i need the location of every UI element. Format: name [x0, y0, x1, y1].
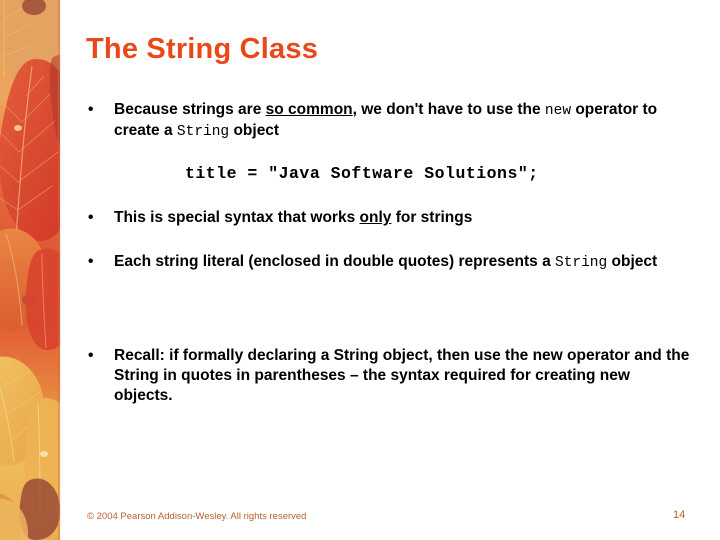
bullet-2-part-1-underlined: only	[359, 209, 392, 226]
bullet-1-part-5-code: String	[176, 124, 230, 140]
bullet-1-part-6: object	[229, 122, 280, 139]
slide-body: • Because strings are so common, we don'…	[86, 100, 692, 406]
bullet-marker: •	[88, 347, 94, 364]
bullet-item-4: • Recall: if formally declaring a String…	[86, 346, 692, 406]
bullet-1-part-2: , we don't have to use the	[352, 101, 545, 118]
bullet-2-part-2: for strings	[391, 209, 473, 226]
bullet-marker: •	[88, 253, 94, 270]
bullet-1-part-0: Because strings are	[114, 101, 266, 118]
bullet-2-text: This is special syntax that works only f…	[114, 209, 472, 226]
decoration-edge-fade	[58, 0, 61, 540]
bullet-marker: •	[88, 209, 94, 226]
slide-number: 14	[673, 509, 686, 521]
code-sample-line: title = "Java Software Solutions";	[185, 164, 539, 183]
bullet-item-2: • This is special syntax that works only…	[86, 208, 692, 228]
bullet-item-1: • Because strings are so common, we don'…	[86, 100, 692, 142]
spacer-between-bullets-3-4	[86, 273, 692, 346]
spacer-after-code	[86, 183, 692, 208]
bullet-item-3: • Each string literal (enclosed in doubl…	[86, 252, 692, 273]
spacer-between-bullets-2-3	[86, 228, 692, 252]
bullet-3-part-1-code: String	[555, 255, 608, 271]
bullet-3-part-2: object	[607, 253, 658, 270]
bullet-4-text: Recall: if formally declaring a String o…	[114, 347, 690, 404]
bullet-3-part-0: Each string literal (enclosed in double …	[114, 253, 555, 270]
bullet-1-part-1-underlined: so common	[265, 101, 353, 118]
bullet-3-text: Each string literal (enclosed in double …	[114, 253, 658, 271]
bullet-1-text: Because strings are so common, we don't …	[114, 101, 657, 140]
autumn-leaves-decoration-image	[0, 0, 60, 540]
bullet-1-part-3-code: new	[544, 103, 572, 119]
bullet-marker: •	[88, 101, 94, 118]
slide-canvas: The String Class • Because strings are s…	[0, 0, 720, 540]
copyright-notice: © 2004 Pearson Addison-Wesley. All right…	[87, 511, 307, 522]
bullet-2-part-0: This is special syntax that works	[114, 209, 360, 226]
page-title: The String Class	[86, 33, 319, 65]
